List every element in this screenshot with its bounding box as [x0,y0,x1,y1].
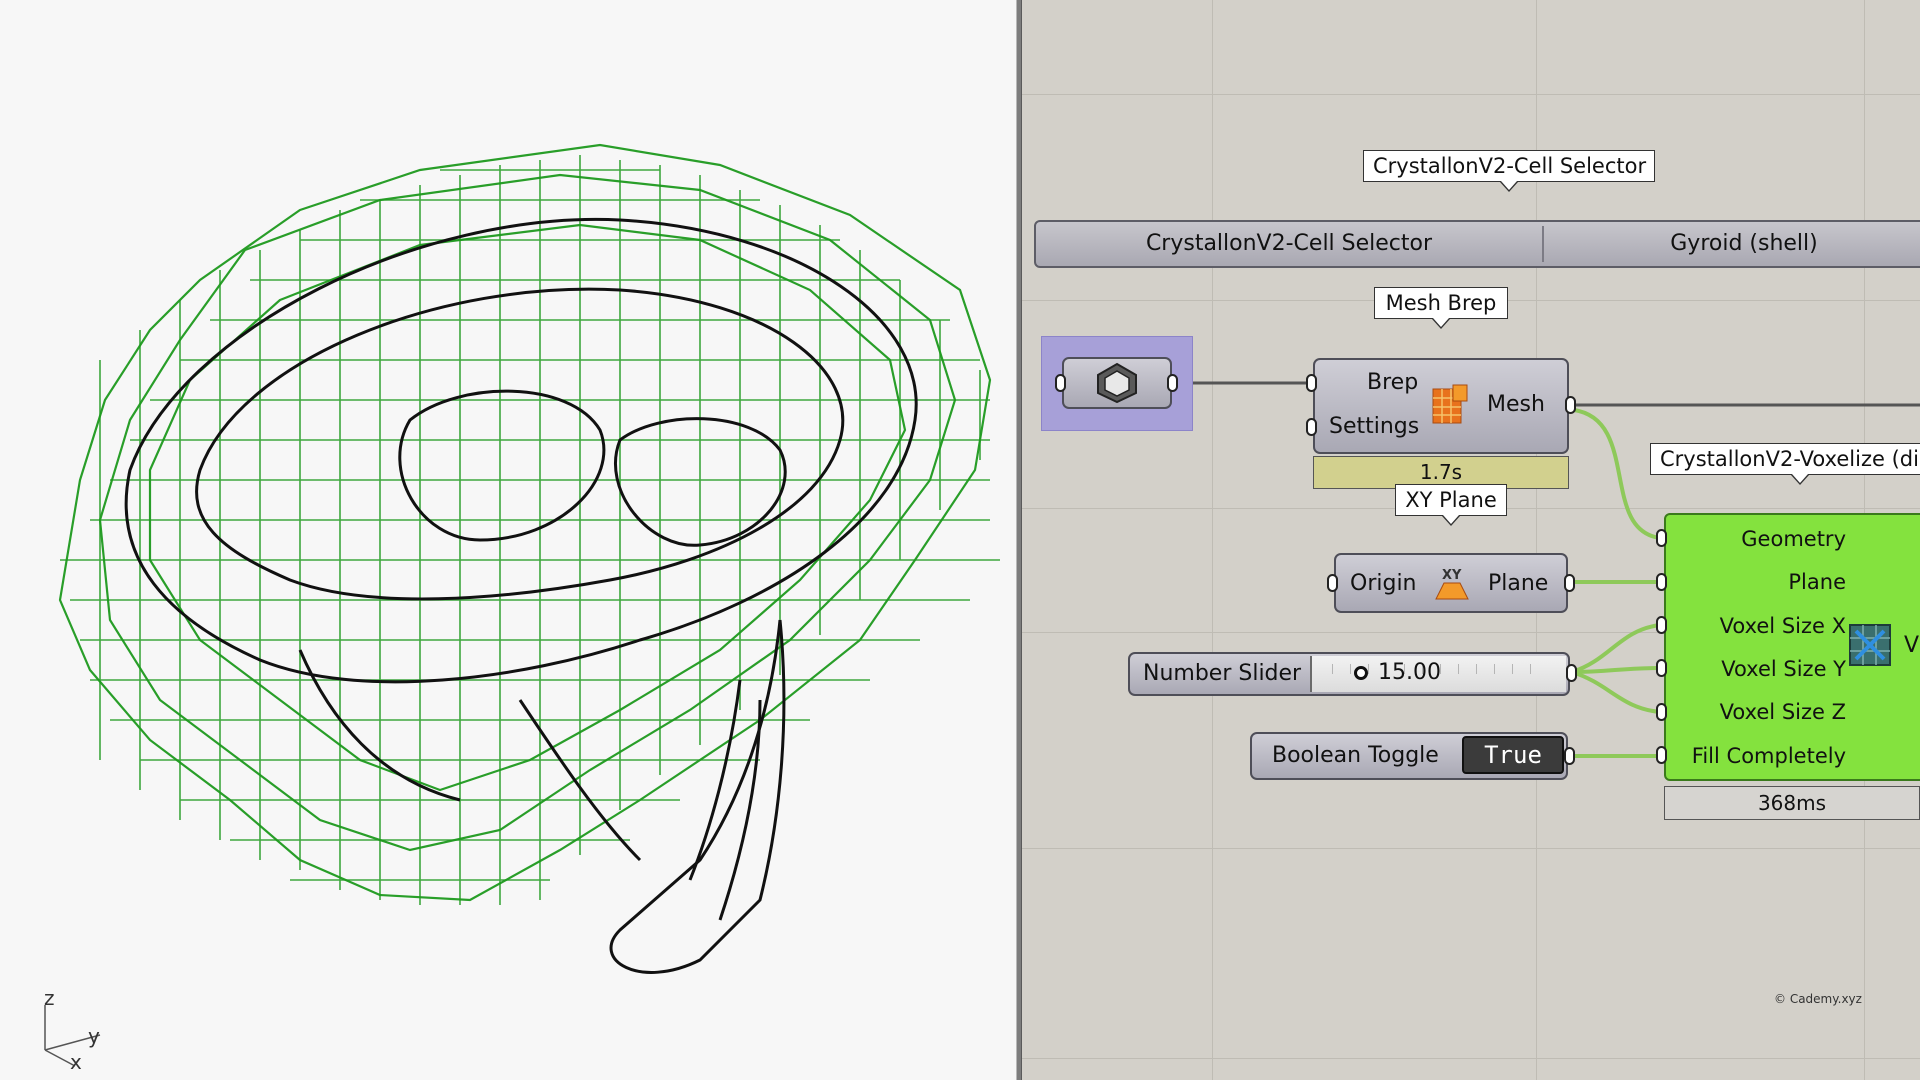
mesh-brep-component[interactable]: Brep Settings Mesh [1313,358,1569,454]
brep-param-output-port[interactable] [1167,374,1178,392]
svg-text:XY: XY [1442,568,1462,583]
voxelize-geometry-port[interactable] [1656,529,1667,547]
voxelize-fill-port[interactable] [1656,746,1667,764]
xy-plane-tag: XY Plane [1395,484,1507,526]
axis-x-label: x [70,1050,82,1074]
mesh-brep-mesh-port[interactable] [1565,396,1576,414]
brep-icon [1097,362,1137,404]
number-slider[interactable]: Number Slider 15.00 [1128,652,1570,696]
value-list-selected[interactable]: Gyroid (shell) [1544,222,1920,266]
axis-z-label: z [44,986,55,1010]
helmet-voxel-preview [58,143,1000,974]
mesh-brep-output-mesh: Mesh [1487,392,1545,417]
brep-parameter[interactable] [1062,357,1172,409]
voxelize-size-y-port[interactable] [1656,659,1667,677]
canvas-gridline [1022,1058,1920,1059]
mesh-brep-brep-port[interactable] [1306,374,1317,392]
number-slider-output-port[interactable] [1566,664,1577,682]
boolean-toggle-output-port[interactable] [1564,747,1575,765]
boolean-toggle-label: Boolean Toggle [1272,743,1439,768]
voxelize-input-voxel-size-z: Voxel Size Z [1719,700,1846,724]
cell-selector-value-list[interactable]: CrystallonV2-Cell Selector Gyroid (shell… [1034,220,1920,268]
brep-param-input-port[interactable] [1055,374,1066,392]
axis-y-label: y [88,1024,100,1048]
xy-plane-input-origin: Origin [1350,571,1417,596]
voxelize-size-x-port[interactable] [1656,616,1667,634]
xy-plane-origin-port[interactable] [1327,574,1338,592]
voxelize-component[interactable]: Geometry Plane Voxel Size X Voxel Size Y… [1664,513,1920,781]
xy-plane-component[interactable]: Origin XY Plane [1334,553,1568,613]
xy-plane-output-plane: Plane [1488,571,1549,596]
mesh-brep-input-brep: Brep [1367,370,1419,395]
voxelize-input-voxel-size-x: Voxel Size X [1719,614,1846,638]
slider-value: 15.00 [1378,660,1441,685]
canvas-gridline [1022,94,1920,95]
voxelize-output-partial: V [1904,633,1920,658]
canvas-gridline [1022,848,1920,849]
canvas-gridline [1212,0,1213,1080]
credit-text: © Cademy.xyz [1774,992,1862,1006]
cell-selector-tag: CrystallonV2-Cell Selector [1363,150,1655,192]
boolean-toggle-value[interactable]: True [1462,736,1564,774]
number-slider-track[interactable]: 15.00 [1310,656,1566,692]
voxelize-input-voxel-size-y: Voxel Size Y [1721,657,1846,681]
voxelize-input-fill-completely: Fill Completely [1691,744,1846,768]
voxelize-plane-port[interactable] [1656,573,1667,591]
voxelize-size-z-port[interactable] [1656,703,1667,721]
slider-grip[interactable] [1354,666,1368,680]
mesh-icon [1432,384,1468,424]
voxelize-tag: CrystallonV2-Voxelize (di [1650,443,1920,485]
value-list-label: CrystallonV2-Cell Selector [1145,231,1433,256]
xy-plane-icon: XY [1435,568,1469,600]
rhino-viewport[interactable]: z y x [0,0,1016,1080]
mesh-brep-tag: Mesh Brep [1374,287,1508,329]
voxelize-input-plane: Plane [1788,570,1846,594]
voxelize-timer: 368ms [1664,786,1920,820]
mesh-brep-input-settings: Settings [1329,414,1420,439]
voxelize-input-geometry: Geometry [1741,527,1846,551]
mesh-brep-settings-port[interactable] [1306,418,1317,436]
number-slider-label: Number Slider [1143,661,1302,686]
xy-plane-plane-port[interactable] [1564,574,1575,592]
voxelize-icon [1849,624,1891,666]
